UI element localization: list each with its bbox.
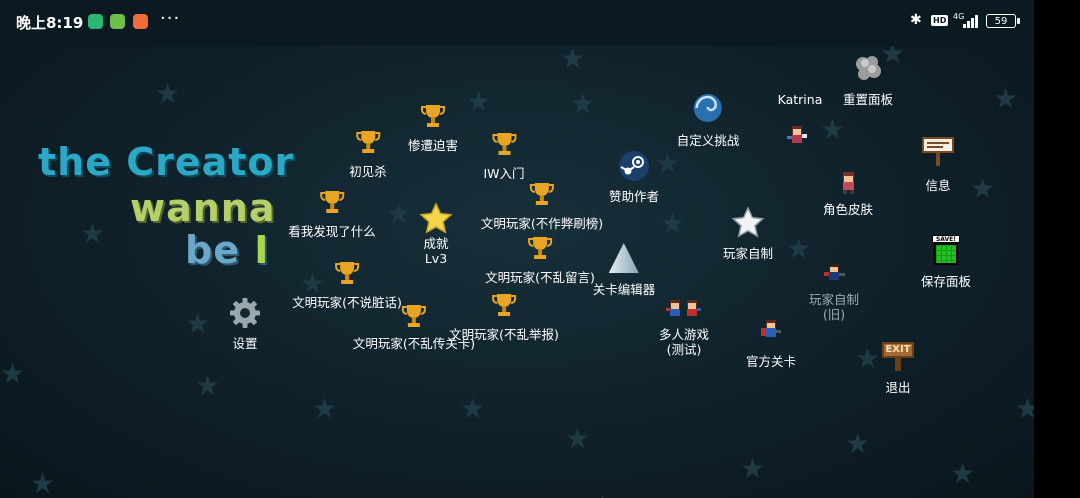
achievement-civil-no-false-report[interactable]: 文明玩家(不乱举报) [449, 291, 559, 342]
save-panel-label: 保存面板 [920, 274, 972, 289]
suffered-persecution-label: 惨遭迫害 [407, 138, 459, 153]
official-levels-label: 官方关卡 [745, 354, 797, 369]
yellow-star-icon [419, 202, 453, 234]
trophy-icon [491, 133, 516, 155]
achievement-iw-intro[interactable]: IW入门 [483, 130, 525, 181]
achievement-level: Lv3 [424, 251, 448, 266]
reset-panel-button[interactable]: 重置面板 [843, 54, 893, 107]
trophy-icon [319, 191, 344, 213]
kid-gun-icon [823, 264, 845, 280]
kid-red-cape-icon [760, 320, 781, 337]
player-made-button[interactable]: 玩家自制 [723, 206, 773, 261]
trophy-icon [491, 294, 516, 316]
player-made-label: 玩家自制 [722, 246, 774, 261]
status-bar: 晚上8:19 ··· ✱ HD 4G 59 [0, 0, 1034, 46]
more-icon: ··· [160, 8, 181, 29]
iw-intro-label: IW入门 [483, 166, 525, 181]
green-app-icon [88, 14, 103, 29]
screen-edge [1034, 0, 1080, 498]
title-line-3b: I [254, 228, 270, 272]
custom-challenge-button[interactable]: 自定义挑战 [676, 92, 740, 148]
sponsor-author-button[interactable]: 赞助作者 [609, 150, 659, 204]
official-levels-button[interactable]: 官方关卡 [746, 320, 796, 369]
reset-panel-label: 重置面板 [842, 92, 894, 107]
player-made-old-label: 玩家自制 [808, 292, 860, 307]
trophy-icon [334, 262, 359, 284]
green-download-icon [110, 14, 125, 29]
katrina-button[interactable]: Katrina [778, 92, 823, 107]
civil-no-cheat-label: 文明玩家(不作弊刷榜) [480, 216, 604, 231]
multiplayer-button[interactable]: 多人游戏 (测试) [659, 298, 709, 357]
swirl-icon [693, 94, 722, 122]
white-star-icon [731, 206, 765, 238]
custom-challenge-label: 自定义挑战 [676, 133, 740, 148]
cloud-puff-icon [855, 56, 881, 80]
spike-icon [608, 243, 639, 273]
info-button[interactable]: 信息 [921, 136, 955, 193]
achievement-what-i-found[interactable]: 看我发现了什么 [288, 188, 376, 239]
title-line-3: be I [185, 228, 269, 272]
exit-sign-icon: EXIT [881, 340, 915, 372]
character-skin-label: 角色皮肤 [822, 202, 874, 217]
title-line-2: wanna [130, 186, 276, 230]
katrina-label: Katrina [777, 92, 823, 107]
signal-icon [963, 15, 981, 28]
achievement-label: 成就 [423, 236, 449, 251]
steam-icon [618, 151, 649, 181]
player-made-old-button[interactable]: 玩家自制 (旧) [809, 263, 859, 322]
gear-icon [230, 298, 260, 328]
katrina-sprite[interactable] [785, 126, 809, 148]
multiplayer-label: 多人游戏 [658, 327, 710, 342]
settings-label: 设置 [232, 336, 258, 351]
katrina-character-icon [787, 126, 807, 143]
title-line-1: the Creator [38, 140, 295, 184]
achievement-civil-no-cheat[interactable]: 文明玩家(不作弊刷榜) [481, 180, 603, 231]
player-made-old-tag: (旧) [822, 307, 846, 322]
level-editor-button[interactable]: 关卡编辑器 [592, 242, 656, 297]
trophy-icon [420, 105, 445, 127]
achievement-first-kill[interactable]: 初见杀 [349, 128, 387, 179]
civil-no-false-report-label: 文明玩家(不乱举报) [449, 327, 559, 342]
achievement-civil-no-spam-comment[interactable]: 文明玩家(不乱留言) [485, 234, 595, 285]
save-sign-text: SAVE! [931, 235, 960, 243]
info-label: 信息 [925, 178, 951, 193]
what-i-found-label: 看我发现了什么 [288, 224, 376, 239]
status-time: 晚上8:19 [16, 14, 84, 32]
character-skin-icon [842, 172, 854, 194]
achievement-suffered-persecution[interactable]: 惨遭迫害 [408, 102, 458, 153]
exit-button[interactable]: EXIT 退出 [881, 340, 915, 395]
trophy-icon [529, 183, 554, 205]
trophy-icon [527, 237, 552, 259]
trophy-icon [355, 131, 380, 153]
first-kill-label: 初见杀 [349, 164, 387, 179]
hd-badge: HD [931, 15, 949, 26]
character-skin-button[interactable]: 角色皮肤 [823, 172, 873, 217]
settings-button[interactable]: 设置 [228, 296, 262, 351]
civil-no-spam-comment-label: 文明玩家(不乱留言) [485, 270, 595, 285]
bluetooth-icon: ✱ [910, 12, 922, 28]
achievements-button[interactable]: 成就 Lv3 [419, 202, 453, 266]
sponsor-author-label: 赞助作者 [608, 189, 660, 204]
trophy-icon [401, 305, 426, 327]
level-editor-label: 关卡编辑器 [592, 282, 656, 297]
two-kids-icon [665, 300, 701, 316]
signboard-icon [922, 137, 954, 166]
orange-app-icon [133, 14, 148, 29]
save-point-icon: SAVE! [931, 235, 960, 265]
multiplayer-test-label: (测试) [666, 342, 702, 357]
save-panel-button[interactable]: SAVE! 保存面板 [921, 235, 971, 289]
game-screen: ★ ★ ★ ★ ★ ★ ★ ★ ★ ★ ★ ★ ★ ★ ★ ★ ★ ★ ★ ★ … [0, 0, 1034, 498]
battery-icon: 59 [986, 14, 1020, 28]
title-line-3a: be [185, 228, 255, 272]
exit-sign-text: EXIT [882, 342, 914, 358]
exit-label: 退出 [885, 380, 911, 395]
